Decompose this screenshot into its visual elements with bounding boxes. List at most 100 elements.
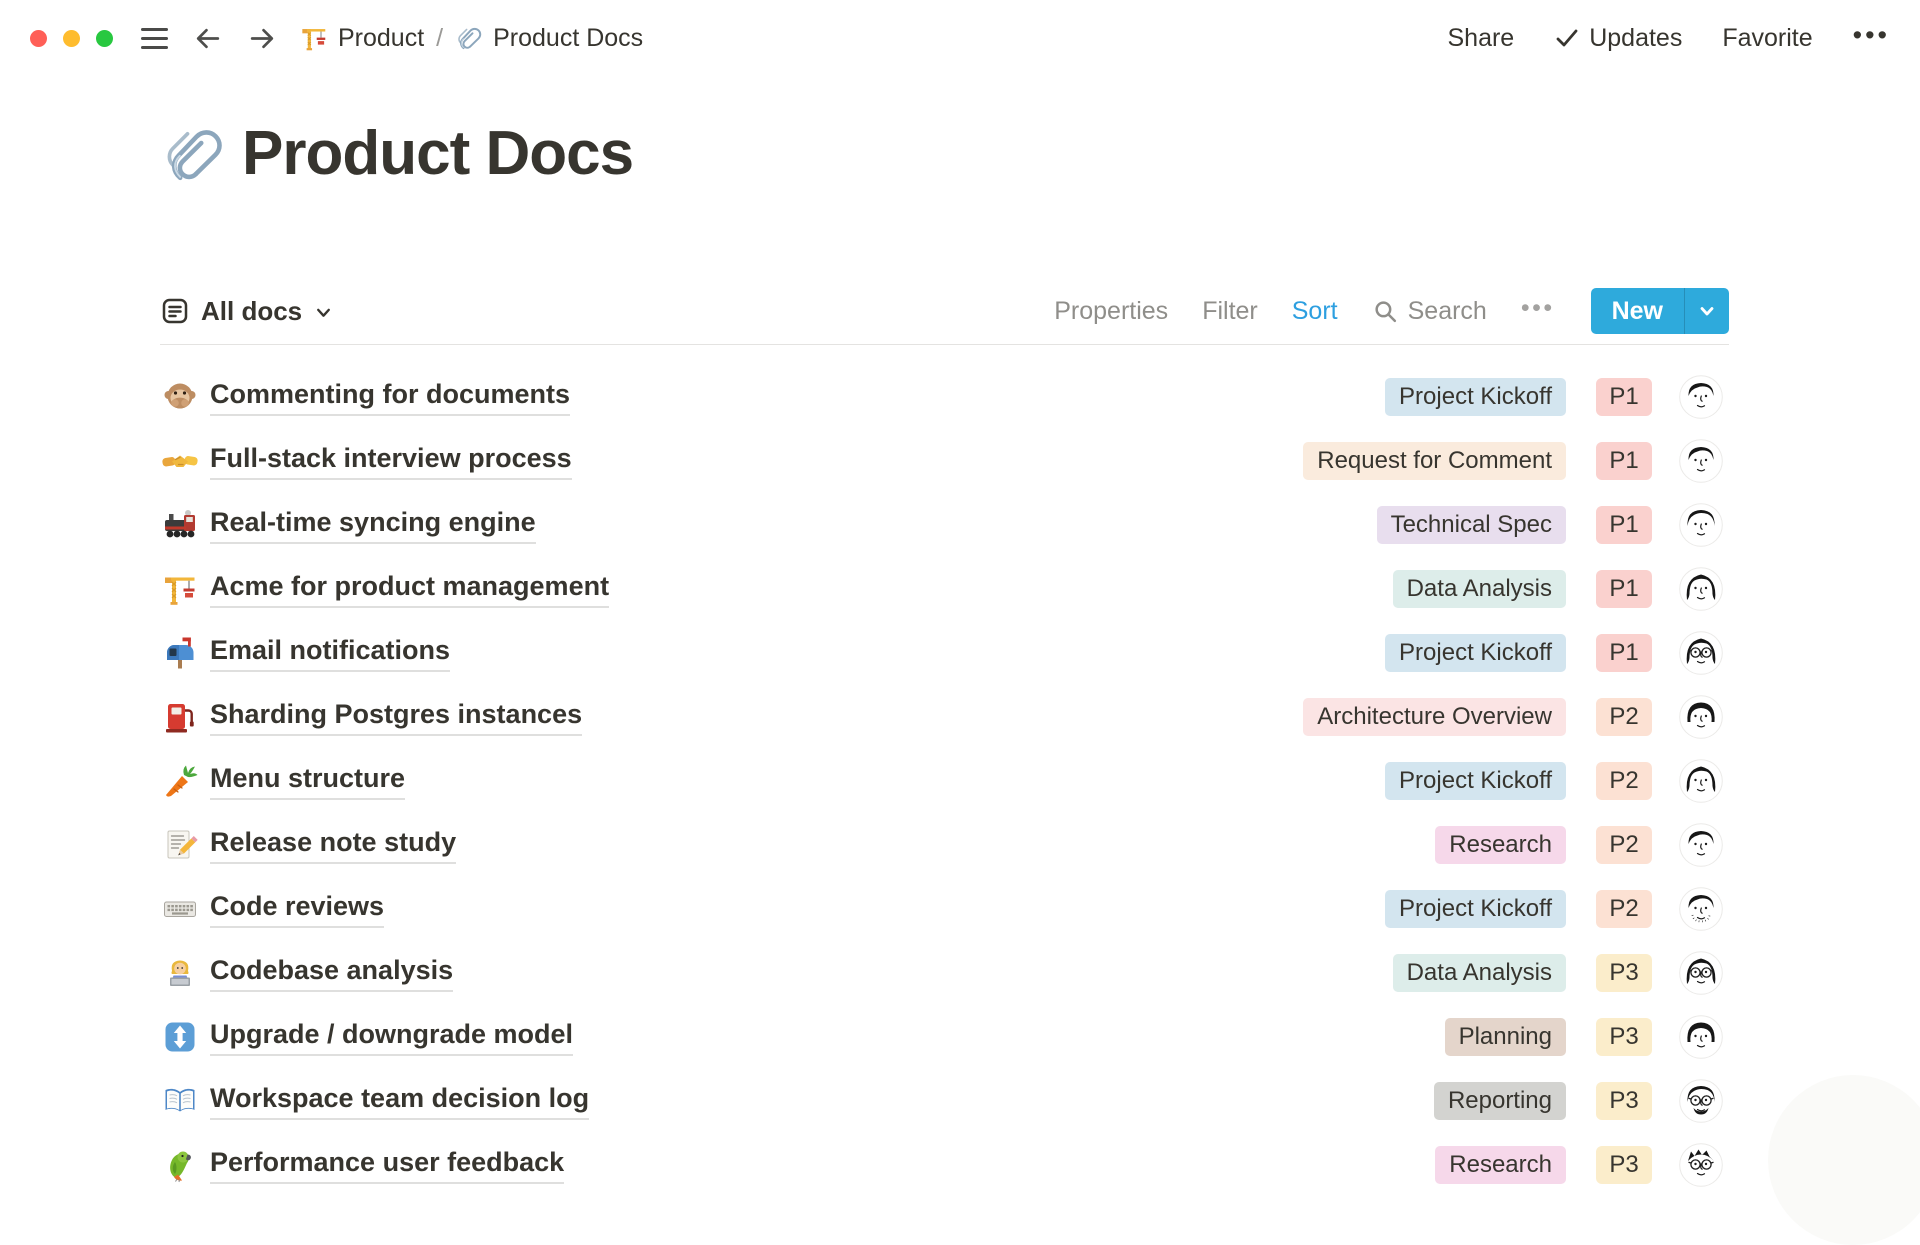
ellipsis-icon: ••• [1853,22,1890,55]
crane-emoji-icon [160,571,200,607]
table-row[interactable]: Release note study Research P2 [160,813,1729,877]
table-row[interactable]: Menu structure Project Kickoff P2 [160,749,1729,813]
carrot-emoji-icon [160,763,200,799]
handshake-emoji-icon [160,443,200,479]
doc-list: Commenting for documents Project Kickoff… [160,346,1729,1197]
avatar [1679,887,1723,931]
table-row[interactable]: Upgrade / downgrade model Planning P3 [160,1005,1729,1069]
priority-badge: P3 [1596,954,1652,992]
doc-title[interactable]: Commenting for documents [210,378,570,415]
tag-pill: Architecture Overview [1303,698,1566,736]
list-view-icon [160,296,190,326]
priority-badge: P1 [1596,570,1652,608]
page-title[interactable]: Product Docs [242,118,633,189]
share-button[interactable]: Share [1447,24,1514,53]
doc-title[interactable]: Upgrade / downgrade model [210,1018,573,1055]
table-row[interactable]: Sharding Postgres instances Architecture… [160,685,1729,749]
tag-pill: Project Kickoff [1385,634,1566,672]
monkey-emoji-icon [160,379,200,415]
breadcrumb-label: Product Docs [493,24,643,53]
table-row[interactable]: Codebase analysis Data Analysis P3 [160,941,1729,1005]
doc-title[interactable]: Acme for product management [210,570,609,607]
doc-title[interactable]: Full-stack interview process [210,442,572,479]
close-window-button[interactable] [30,30,47,47]
crane-icon [300,24,328,52]
properties-button[interactable]: Properties [1054,297,1168,326]
breadcrumb-item-product-docs[interactable]: Product Docs [455,24,643,53]
priority-badge: P3 [1596,1082,1652,1120]
keyboard-emoji-icon [160,891,200,927]
tag-pill: Technical Spec [1377,506,1566,544]
window-titlebar: Product / Product Docs Share Updates Fav… [0,0,1920,76]
new-button[interactable]: New [1591,288,1729,334]
priority-badge: P3 [1596,1146,1652,1184]
avatar [1679,503,1723,547]
breadcrumb-item-product[interactable]: Product [300,24,424,53]
tag-pill: Research [1435,1146,1566,1184]
priority-badge: P2 [1596,762,1652,800]
search-icon [1372,298,1399,325]
new-button-label[interactable]: New [1591,288,1684,334]
up-down-emoji-icon [160,1019,200,1055]
table-row[interactable]: Real-time syncing engine Technical Spec … [160,493,1729,557]
corner-watermark [1768,1075,1920,1245]
table-row[interactable]: Performance user feedback Research P3 [160,1133,1729,1197]
priority-badge: P3 [1596,1018,1652,1056]
tag-pill: Reporting [1434,1082,1566,1120]
doc-title[interactable]: Email notifications [210,634,450,671]
table-row[interactable]: Workspace team decision log Reporting P3 [160,1069,1729,1133]
doc-title[interactable]: Real-time syncing engine [210,506,536,543]
avatar [1679,695,1723,739]
breadcrumb-separator: / [436,24,443,53]
traffic-lights [30,30,113,47]
avatar [1679,951,1723,995]
locomotive-emoji-icon [160,507,200,543]
table-row[interactable]: Acme for product management Data Analysi… [160,557,1729,621]
avatar [1679,823,1723,867]
doc-title[interactable]: Sharding Postgres instances [210,698,582,735]
zoom-window-button[interactable] [96,30,113,47]
breadcrumb-label: Product [338,24,424,53]
forward-button[interactable] [247,23,278,54]
priority-badge: P2 [1596,698,1652,736]
table-row[interactable]: Code reviews Project Kickoff P2 [160,877,1729,941]
tag-pill: Research [1435,826,1566,864]
doc-title[interactable]: Menu structure [210,762,405,799]
filter-button[interactable]: Filter [1202,297,1258,326]
tag-pill: Project Kickoff [1385,762,1566,800]
table-row[interactable]: Email notifications Project Kickoff P1 [160,621,1729,685]
doc-title[interactable]: Release note study [210,826,456,863]
more-options-button[interactable]: ••• [1853,22,1890,55]
page-icon-paperclips[interactable] [160,121,226,187]
open-book-emoji-icon [160,1083,200,1119]
avatar [1679,759,1723,803]
tag-pill: Planning [1445,1018,1566,1056]
priority-badge: P1 [1596,634,1652,672]
tag-pill: Project Kickoff [1385,378,1566,416]
check-icon [1554,25,1580,51]
doc-title[interactable]: Performance user feedback [210,1146,564,1183]
doc-title[interactable]: Code reviews [210,890,384,927]
topbar-actions: Share Updates Favorite ••• [1447,22,1890,55]
sidebar-toggle-button[interactable] [141,28,168,49]
updates-button[interactable]: Updates [1554,24,1682,53]
sort-button[interactable]: Sort [1292,297,1338,326]
priority-badge: P2 [1596,826,1652,864]
minimize-window-button[interactable] [63,30,80,47]
avatar [1679,1143,1723,1187]
table-row[interactable]: Full-stack interview process Request for… [160,429,1729,493]
doc-title[interactable]: Codebase analysis [210,954,453,991]
back-button[interactable] [192,23,223,54]
page-header: Product Docs [160,118,633,189]
doc-title[interactable]: Workspace team decision log [210,1082,589,1119]
priority-badge: P1 [1596,506,1652,544]
priority-badge: P2 [1596,890,1652,928]
view-switcher[interactable]: All docs [160,296,334,327]
view-label: All docs [201,296,302,327]
toolbar-more-button[interactable]: ••• [1521,294,1555,329]
new-button-chevron[interactable] [1685,288,1729,334]
search-button[interactable]: Search [1372,297,1487,326]
avatar [1679,1015,1723,1059]
favorite-button[interactable]: Favorite [1722,24,1812,53]
table-row[interactable]: Commenting for documents Project Kickoff… [160,365,1729,429]
